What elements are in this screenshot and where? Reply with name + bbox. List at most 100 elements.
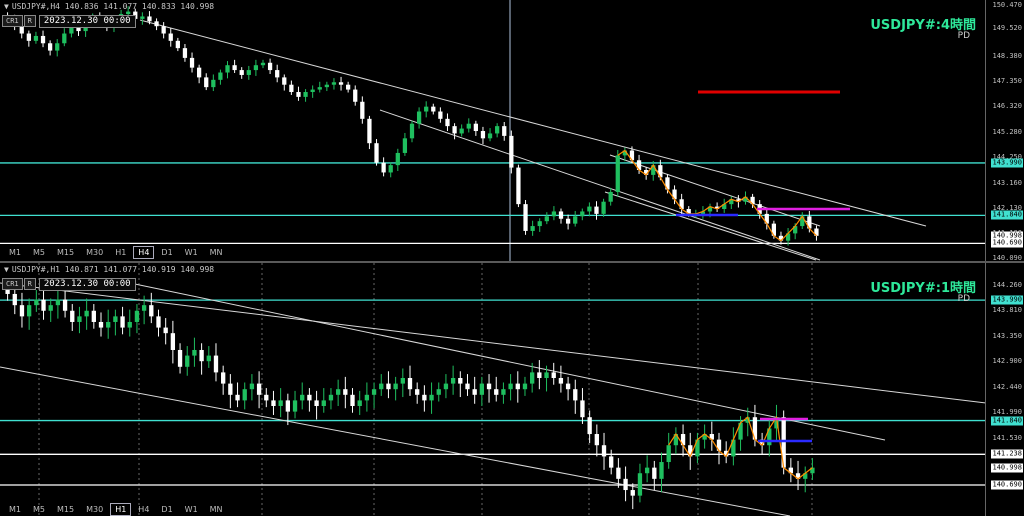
candle-body: [480, 131, 486, 139]
timeframe-m15-button[interactable]: M15: [52, 246, 79, 259]
candle-body: [239, 70, 244, 75]
candle-body: [465, 383, 470, 390]
h1-header: ▼ USDJPY#,H1 140.871 141.077 140.919 140.…: [4, 265, 214, 274]
timeframe-m5-button[interactable]: M5: [28, 503, 50, 516]
timeframe-h4-button[interactable]: H4: [133, 246, 155, 259]
candle-body: [192, 349, 197, 356]
price-level-tag: 141.840: [991, 210, 1023, 220]
timeframe-w1-button[interactable]: W1: [180, 246, 203, 259]
price-axis[interactable]: 144.260 143.810 143.350 142.900 142.440 141.9…: [985, 263, 1024, 516]
h4-chart-pane[interactable]: ▼ USDJPY#,H4 140.836 141.077 140.833 140.…: [0, 0, 1024, 262]
timeframe-mn-button[interactable]: MN: [205, 503, 228, 516]
cr1-button[interactable]: CR1: [2, 278, 23, 290]
candle-body: [522, 383, 528, 390]
candle-body: [558, 211, 564, 219]
price-level-tag: 141.238: [991, 449, 1023, 459]
candle-body: [62, 33, 67, 44]
candle-body: [452, 126, 457, 134]
candle-body: [113, 316, 118, 322]
candle-body: [19, 305, 25, 317]
candle-body: [601, 201, 606, 214]
timeframe-w1-button[interactable]: W1: [180, 503, 203, 516]
candle-body: [134, 310, 140, 322]
candle-body: [126, 11, 131, 15]
candle-body: [587, 417, 592, 435]
price-tick-label: 143.160: [992, 179, 1022, 188]
h4-price-chart[interactable]: [0, 0, 1024, 262]
candle-body: [609, 456, 614, 468]
dropdown-triangle-icon[interactable]: ▼: [4, 265, 9, 274]
timeframe-h4-button[interactable]: H4: [133, 503, 154, 516]
candle-body: [393, 383, 398, 390]
timeframe-m30-button[interactable]: M30: [81, 246, 108, 259]
timeframe-mn-button[interactable]: MN: [205, 246, 228, 259]
zigzag-line: [617, 149, 817, 242]
price-tick-label: 144.260: [992, 281, 1022, 289]
dropdown-triangle-icon[interactable]: ▼: [4, 2, 9, 11]
candle-body: [450, 377, 456, 384]
candle-body: [55, 299, 61, 306]
timeframe-m1-button[interactable]: M1: [4, 503, 26, 516]
candle-body: [249, 383, 255, 390]
h4-ohlc-text: USDJPY#,H4 140.836 141.077 140.833 140.9…: [11, 2, 215, 11]
candle-body: [367, 118, 372, 144]
candle-body: [402, 138, 408, 153]
candle-body: [601, 445, 607, 457]
h1-price-chart[interactable]: [0, 263, 1024, 516]
candle-body: [608, 191, 613, 202]
price-tick-label: 145.280: [992, 127, 1022, 136]
candle-body: [580, 211, 585, 217]
candle-body: [48, 305, 53, 311]
chart-subtitle: PD: [957, 294, 970, 304]
trend-line: [0, 282, 987, 404]
candle-body: [551, 211, 557, 217]
candle-body: [594, 434, 599, 446]
candle-body: [278, 400, 283, 407]
candle-body: [486, 383, 492, 390]
candle-body: [459, 128, 464, 134]
timeframe-m15-button[interactable]: M15: [52, 503, 79, 516]
candle-body: [26, 33, 31, 41]
r-button[interactable]: R: [23, 278, 36, 290]
candle-body: [644, 467, 650, 474]
date-field[interactable]: 2023.12.30 00:00: [38, 278, 136, 291]
price-tick-label: 146.320: [992, 102, 1022, 111]
price-tick-label: 141.990: [992, 408, 1022, 417]
candle-body: [515, 383, 520, 390]
timeframe-m5-button[interactable]: M5: [28, 246, 50, 259]
candle-body: [530, 372, 535, 384]
price-tick-label: 143.810: [992, 306, 1022, 315]
timeframe-h1-button[interactable]: H1: [110, 246, 131, 259]
candle-body: [472, 389, 477, 395]
candle-body: [197, 67, 202, 78]
price-axis[interactable]: 150.470 149.520 148.380 147.350 146.320 145.2…: [985, 0, 1024, 262]
timeframe-bar: M1 M5 M15 M30 H1 H4 D1 W1 MN: [4, 503, 228, 516]
candle-body: [587, 206, 592, 212]
r-button[interactable]: R: [23, 15, 36, 27]
candle-body: [285, 400, 290, 412]
timeframe-d1-button[interactable]: D1: [156, 503, 177, 516]
candle-body: [346, 84, 351, 90]
candle-body: [120, 316, 125, 328]
candle-body: [170, 333, 176, 350]
candle-body: [84, 310, 89, 317]
cr1-button[interactable]: CR1: [2, 15, 23, 27]
candle-body: [436, 389, 441, 395]
candle-body: [573, 389, 578, 401]
candle-body: [91, 310, 96, 322]
timeframe-d1-button[interactable]: D1: [156, 246, 177, 259]
h1-chart-pane[interactable]: ▼ USDJPY#,H1 140.871 141.077 140.919 140.…: [0, 263, 1024, 516]
candle-body: [204, 77, 209, 88]
timeframe-m1-button[interactable]: M1: [4, 246, 26, 259]
price-tick-label: 150.470: [992, 1, 1022, 9]
candle-body: [168, 33, 173, 41]
candle-body: [502, 126, 507, 136]
candle-body: [666, 445, 671, 463]
candle-body: [551, 372, 556, 378]
timeframe-h1-button[interactable]: H1: [110, 503, 132, 516]
candle-body: [41, 299, 46, 311]
candle-body: [141, 305, 147, 311]
h4-header: ▼ USDJPY#,H4 140.836 141.077 140.833 140.…: [4, 2, 214, 11]
date-field[interactable]: 2023.12.30 00:00: [38, 15, 136, 28]
timeframe-m30-button[interactable]: M30: [81, 503, 108, 516]
